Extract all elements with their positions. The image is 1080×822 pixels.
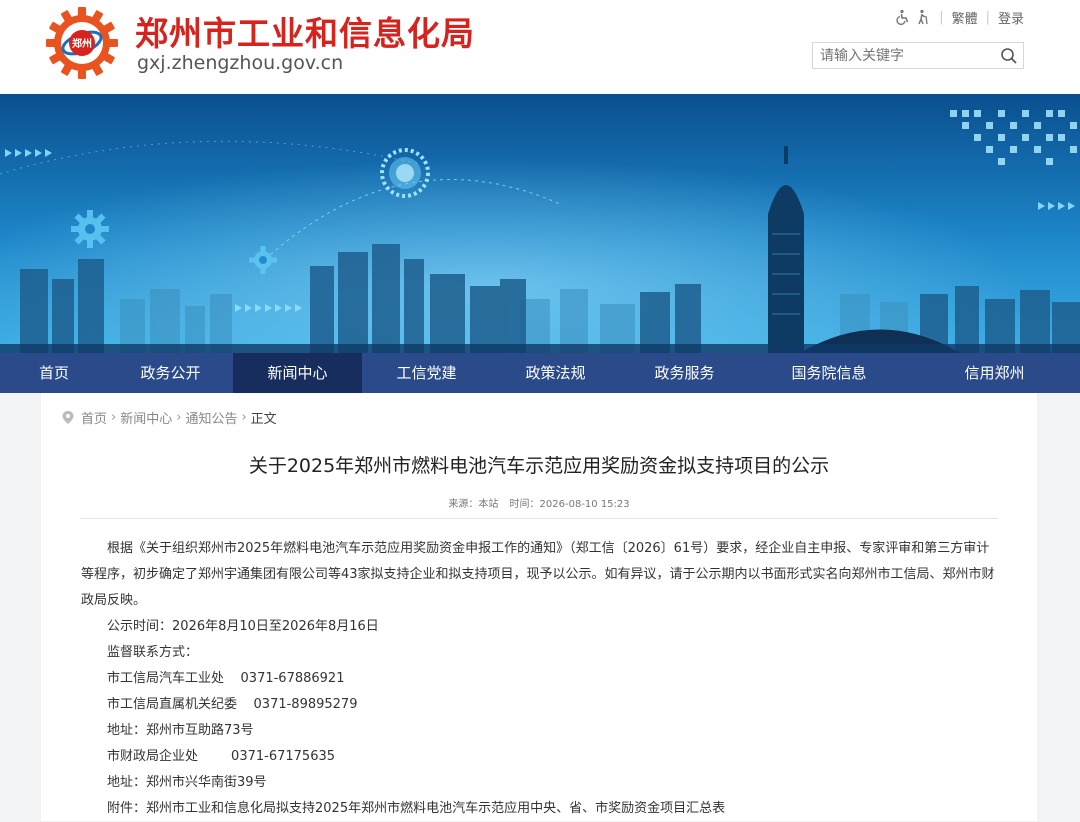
wheelchair-icon[interactable]	[895, 9, 911, 25]
attachment-link[interactable]: 附件：郑州市工业和信息化局拟支持2025年郑州市燃料电池汽车示范应用中央、省、市…	[81, 796, 999, 822]
article-title: 关于2025年郑州市燃料电池汽车示范应用奖励资金拟支持项目的公示	[248, 455, 830, 477]
divider: |	[985, 9, 990, 25]
nav-item-credit[interactable]: 信用郑州	[909, 353, 1080, 393]
breadcrumb-home[interactable]: 首页	[81, 408, 107, 427]
banner-image	[0, 94, 1080, 353]
nav-item-services[interactable]: 政务服务	[620, 353, 749, 393]
location-pin-icon	[62, 411, 74, 424]
nav-item-home[interactable]: 首页	[0, 353, 108, 393]
nav-item-news-center[interactable]: 新闻中心	[233, 353, 362, 393]
contact-finance: 市财政局企业处 0371-67175635	[107, 749, 336, 764]
divider: |	[939, 9, 944, 25]
search-icon[interactable]	[1000, 47, 1018, 65]
article-time: 时间：2026-08-10 15:23	[509, 499, 630, 510]
breadcrumb-notices[interactable]: 通知公告	[185, 408, 237, 427]
article-paragraph: 根据《关于组织郑州市2025年燃料电池汽车示范应用奖励资金申报工作的通知》（郑工…	[81, 541, 995, 608]
breadcrumb-separator: ›	[111, 410, 117, 425]
breadcrumb: 首页 › 新闻中心 › 通知公告 › 正文	[61, 408, 277, 427]
title-divider	[80, 518, 998, 519]
elderly-mode-icon[interactable]	[915, 9, 931, 25]
top-links: | 繁體 | 登录	[891, 7, 1024, 27]
site-header: 郑州 郑州市工业和信息化局 gxj.zhengzhou.gov.cn | 繁體 …	[0, 0, 1080, 94]
search-input[interactable]	[813, 43, 993, 68]
contact-discipline: 市工信局直属机关纪委 0371-89895279	[107, 697, 358, 712]
site-logo[interactable]: 郑州	[42, 7, 122, 79]
contact-heading: 监督联系方式：	[107, 645, 199, 660]
breadcrumb-separator: ›	[176, 410, 182, 425]
site-domain: gxj.zhengzhou.gov.cn	[137, 52, 344, 74]
main-nav: 首页 政务公开 新闻中心 工信党建 政策法规 政务服务 国务院信息 信用郑州	[0, 353, 1080, 393]
article-body: 根据《关于组织郑州市2025年燃料电池汽车示范应用奖励资金申报工作的通知》（郑工…	[81, 536, 999, 822]
site-title[interactable]: 郑州市工业和信息化局	[135, 12, 475, 56]
article-source: 来源：本站	[448, 499, 499, 510]
publicity-period: 公示时间：2026年8月10日至2026年8月16日	[107, 619, 379, 634]
address-finance: 地址：郑州市兴华南街39号	[107, 775, 267, 790]
article-meta: 来源：本站 时间：2026-08-10 15:23	[41, 495, 1037, 510]
nav-item-state-council[interactable]: 国务院信息	[749, 353, 909, 393]
search-box	[812, 42, 1024, 69]
logo-text: 郑州	[72, 37, 92, 50]
nav-item-party-building[interactable]: 工信党建	[362, 353, 491, 393]
address-miit: 地址：郑州市互助路73号	[107, 723, 254, 738]
article-container: 首页 › 新闻中心 › 通知公告 › 正文 关于2025年郑州市燃料电池汽车示范…	[41, 393, 1037, 821]
nav-item-policies[interactable]: 政策法规	[491, 353, 620, 393]
nav-item-government-affairs[interactable]: 政务公开	[108, 353, 233, 393]
breadcrumb-separator: ›	[241, 410, 247, 425]
contact-auto-industry: 市工信局汽车工业处 0371-67886921	[107, 671, 345, 686]
breadcrumb-news-center[interactable]: 新闻中心	[120, 408, 172, 427]
login-link[interactable]: 登录	[998, 8, 1024, 27]
traditional-chinese-link[interactable]: 繁體	[952, 8, 978, 27]
breadcrumb-current: 正文	[250, 412, 277, 427]
